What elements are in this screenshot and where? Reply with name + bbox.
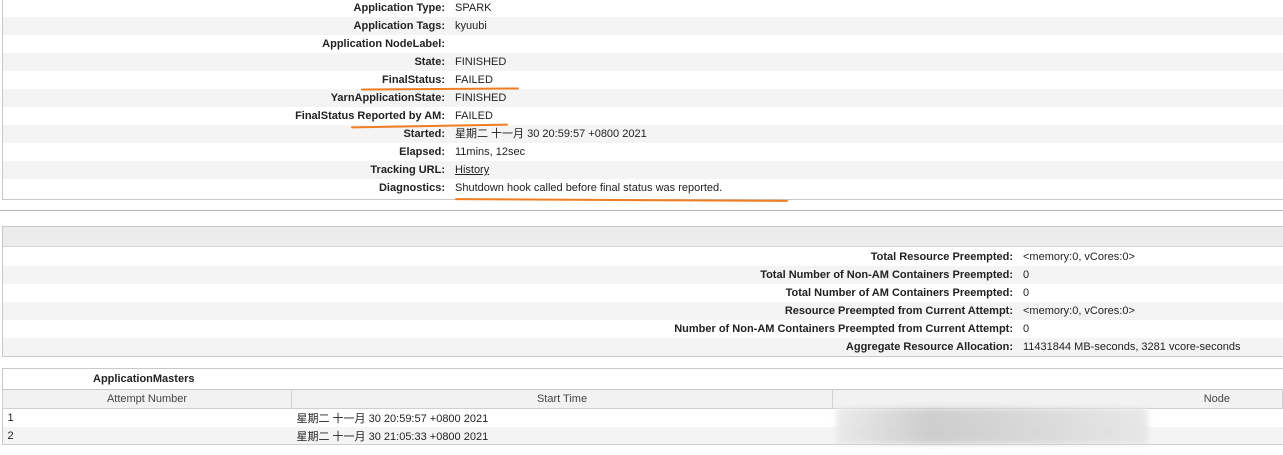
table-header-row: Attempt Number Start Time Node: [2, 389, 1283, 409]
elapsed-value: 11mins, 12sec: [455, 146, 526, 158]
diagnostics-value: Shutdown hook called before final status…: [455, 182, 723, 194]
application-tags-label: Application Tags:: [353, 20, 445, 32]
elapsed-label: Elapsed:: [399, 146, 445, 158]
row-started: Started: 星期二 十一月 30 20:59:57 +0800 2021: [3, 125, 1283, 143]
preemption-metrics-panel: Total Resource Preempted: <memory:0, vCo…: [2, 226, 1283, 357]
state-label: State:: [414, 56, 445, 68]
application-tags-value: kyuubi: [455, 20, 487, 32]
started-value: 星期二 十一月 30 20:59:57 +0800 2021: [455, 128, 647, 140]
section-divider: [0, 210, 1283, 211]
non-am-containers-preempted-label: Total Number of Non-AM Containers Preemp…: [760, 269, 1013, 281]
row-aggregate-resource-allocation: Aggregate Resource Allocation: 11431844 …: [3, 338, 1283, 356]
total-resource-preempted-label: Total Resource Preempted:: [870, 251, 1013, 263]
resource-preempted-current-attempt-value: <memory:0, vCores:0>: [1023, 305, 1135, 317]
diagnostics-annotation-underline: [454, 198, 789, 202]
non-am-preempted-current-attempt-value: 0: [1023, 323, 1030, 335]
row-state: State: FINISHED: [3, 53, 1283, 71]
non-am-containers-preempted-value: 0: [1023, 269, 1030, 281]
redacted-node-address: [836, 408, 1148, 444]
row-application-tags: Application Tags: kyuubi: [3, 17, 1283, 35]
row-total-resource-preempted: Total Resource Preempted: <memory:0, vCo…: [3, 248, 1283, 266]
yarn-application-state-label: YarnApplicationState:: [330, 92, 445, 104]
final-status-reported-by-am-value: FAILED: [455, 110, 493, 122]
tracking-url-history-link[interactable]: History: [455, 161, 489, 179]
row-final-status-reported-by-am: FinalStatus Reported by AM: FAILED: [3, 107, 1283, 125]
row-resource-preempted-current-attempt: Resource Preempted from Current Attempt:…: [3, 302, 1283, 320]
final-status-value: FAILED: [455, 74, 493, 86]
total-resource-preempted-value: <memory:0, vCores:0>: [1023, 251, 1135, 263]
am-containers-preempted-value: 0: [1023, 287, 1030, 299]
row-yarn-application-state: YarnApplicationState: FINISHED: [3, 89, 1283, 107]
aggregate-resource-allocation-value: 11431844 MB-seconds, 3281 vcore-seconds: [1023, 341, 1241, 353]
attempt-number-cell: 1: [7, 412, 14, 424]
application-type-label: Application Type:: [353, 2, 445, 14]
application-nodelabel-label: Application NodeLabel:: [322, 38, 445, 50]
aggregate-resource-allocation-label: Aggregate Resource Allocation:: [845, 341, 1013, 353]
app-masters-bottom-border: [2, 444, 1283, 445]
resource-preempted-current-attempt-label: Resource Preempted from Current Attempt:: [784, 305, 1013, 317]
final-status-reported-by-am-label: FinalStatus Reported by AM:: [295, 110, 445, 122]
row-non-am-containers-preempted: Total Number of Non-AM Containers Preemp…: [3, 266, 1283, 284]
start-time-cell: 星期二 十一月 30 20:59:57 +0800 2021: [296, 413, 489, 425]
row-am-containers-preempted: Total Number of AM Containers Preempted:…: [3, 284, 1283, 302]
column-header-attempt-number[interactable]: Attempt Number: [2, 389, 292, 409]
start-time-cell: 星期二 十一月 30 21:05:33 +0800 2021: [296, 431, 489, 443]
row-final-status: FinalStatus: FAILED: [3, 71, 1283, 89]
column-header-start-time[interactable]: Start Time: [291, 389, 833, 409]
am-containers-preempted-label: Total Number of AM Containers Preempted:: [785, 287, 1013, 299]
attempt-number-cell: 2: [7, 430, 14, 442]
non-am-preempted-current-attempt-label: Number of Non-AM Containers Preempted fr…: [674, 323, 1013, 335]
state-value: FINISHED: [455, 56, 507, 68]
tracking-url-label: Tracking URL:: [370, 164, 445, 176]
row-application-nodelabel: Application NodeLabel:: [3, 35, 1283, 53]
application-overview-panel: Application Type: SPARK Application Tags…: [2, 0, 1283, 200]
final-status-label: FinalStatus:: [382, 74, 445, 86]
yarn-application-state-value: FINISHED: [455, 92, 507, 104]
row-elapsed: Elapsed: 11mins, 12sec: [3, 143, 1283, 161]
row-application-type: Application Type: SPARK: [3, 0, 1283, 17]
row-non-am-preempted-current-attempt: Number of Non-AM Containers Preempted fr…: [3, 320, 1283, 338]
application-type-value: SPARK: [455, 2, 492, 14]
started-label: Started:: [403, 128, 445, 140]
metrics-panel-header: [3, 227, 1283, 247]
application-masters-title: ApplicationMasters: [93, 373, 195, 385]
row-diagnostics: Diagnostics: Shutdown hook called before…: [3, 179, 1283, 197]
column-header-node[interactable]: Node: [832, 389, 1283, 409]
diagnostics-label: Diagnostics:: [378, 182, 445, 194]
row-tracking-url: Tracking URL: History: [3, 161, 1283, 179]
